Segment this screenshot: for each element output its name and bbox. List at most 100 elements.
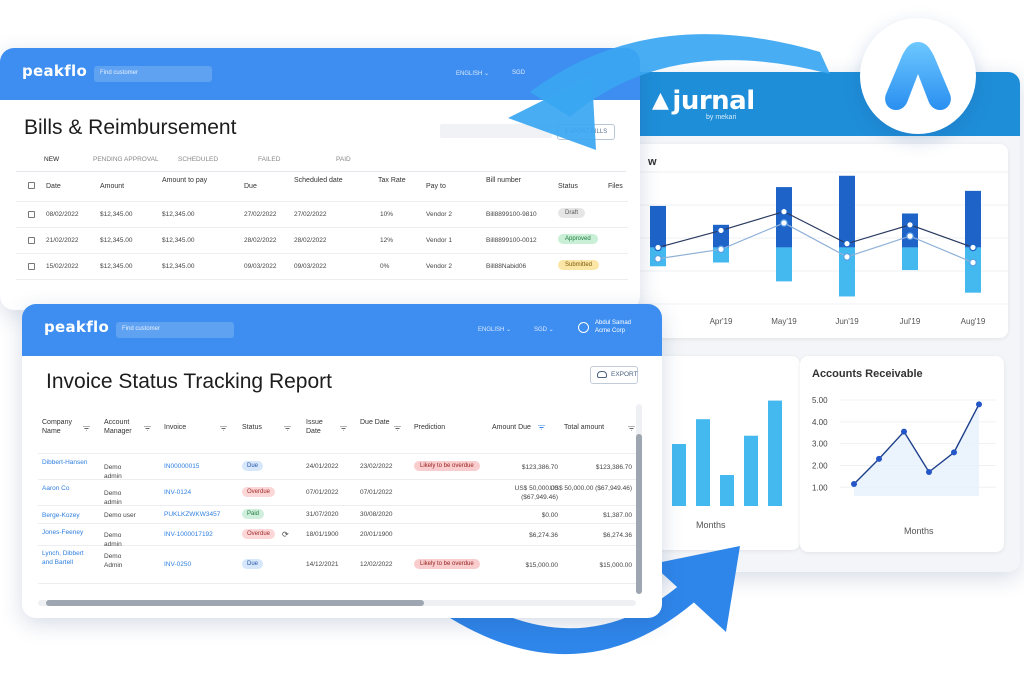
table-header: Company Name Account Manager Invoice Sta…	[38, 408, 636, 454]
vertical-scrollbar[interactable]	[636, 404, 642, 594]
data-point	[969, 258, 977, 267]
tab-new[interactable]: NEW	[44, 156, 59, 163]
status-tabs: NEW PENDING APPROVAL SCHEDULED FAILED PA…	[16, 152, 626, 172]
cell-amount-due: US$ 50,000.00 ($67,949.46)	[514, 485, 558, 501]
mekari-logo-icon	[885, 42, 951, 110]
cell-amount-due: $6,274.36	[529, 532, 558, 539]
status-badge: Approved	[558, 234, 598, 244]
accounts-receivable-chart: 5.00 4.00 3.00 2.00 1.00	[812, 396, 996, 496]
cell-bill-number: Bill8899100-0012	[486, 237, 537, 244]
table-row[interactable]: 21/02/2022 $12,345.00 $12,345.00 28/02/2022…	[16, 228, 628, 254]
cell-pay-to: Vendor 2	[426, 263, 453, 270]
data-point	[654, 243, 662, 252]
export-button[interactable]: EXPORT	[590, 366, 638, 384]
col-pay-to: Pay to	[426, 183, 446, 190]
company-link[interactable]: Lynch, Dibbert and Bartell	[42, 549, 94, 567]
col-amount-to-pay: Amount to pay	[162, 177, 208, 184]
cell-amount: $12,345.00	[100, 263, 133, 270]
user-avatar-icon[interactable]	[578, 322, 589, 333]
x-tick-label: Aug'19	[961, 317, 986, 326]
filter-icon[interactable]	[83, 426, 90, 431]
cell-tax-rate: 12%	[380, 237, 394, 244]
app-header: peakflo Find customer ENGLISH ⌄ SGD ⌄ Ab…	[22, 304, 662, 356]
table-header: Date Amount Amount to pay Due Scheduled …	[16, 172, 628, 202]
col-issue-date: Issue Date	[306, 419, 323, 435]
filter-icon[interactable]	[284, 426, 291, 431]
scroll-thumb[interactable]	[636, 434, 642, 594]
sort-desc-icon[interactable]	[538, 425, 545, 430]
invoice-link[interactable]: IN00000015	[164, 463, 199, 470]
cell-due-date: 07/01/2022	[360, 489, 393, 496]
search-input[interactable]: Find customer	[94, 66, 212, 82]
row-checkbox[interactable]	[28, 237, 35, 244]
table-row[interactable]: Berge-Kozey Demo user PUKLKZWKW3457 Paid 31/…	[38, 506, 636, 524]
tab-pending-approval[interactable]: PENDING APPROVAL	[93, 156, 159, 163]
language-select[interactable]: ENGLISH ⌄	[478, 326, 511, 333]
company-link[interactable]: Dibbert-Hansen	[42, 458, 94, 467]
filter-icon[interactable]	[220, 426, 227, 431]
table-row[interactable]: Lynch, Dibbert and Bartell Demo Admin INV-…	[38, 546, 636, 584]
col-prediction: Prediction	[414, 424, 446, 431]
horizontal-scrollbar[interactable]	[38, 600, 636, 606]
filter-icon[interactable]	[394, 426, 401, 431]
cell-total-amount: US$ 50,000.00 ($67,949.46)	[549, 485, 632, 492]
language-value: ENGLISH	[478, 327, 505, 333]
table-row[interactable]: Dibbert-Hansen Demo admin IN00000015 Due 24/…	[38, 454, 636, 480]
row-checkbox[interactable]	[28, 211, 35, 218]
filter-icon[interactable]	[340, 426, 347, 431]
series-line	[657, 210, 974, 249]
invoice-link[interactable]: PUKLKZWKW3457	[164, 511, 220, 518]
invoice-link[interactable]: INV-1000017192	[164, 531, 213, 538]
accounts-receivable-card: Accounts Receivable 5.00 4.00 3.00 2.00 1.00…	[800, 356, 1004, 552]
invoice-link[interactable]: INV-0124	[164, 489, 191, 496]
cell-scheduled-date: 09/03/2022	[294, 263, 327, 270]
table-row[interactable]: 15/02/2022 $12,345.00 $12,345.00 09/03/2022…	[16, 254, 628, 280]
cell-scheduled-date: 27/02/2022	[294, 211, 327, 218]
table-row[interactable]: 08/02/2022 $12,345.00 $12,345.00 27/02/2022…	[16, 202, 628, 228]
language-select[interactable]: ENGLISH ⌄	[456, 70, 489, 77]
data-point	[901, 428, 907, 435]
status-badge: Overdue	[242, 529, 276, 539]
col-bill-number: Bill number	[486, 177, 522, 184]
invoice-link[interactable]: INV-0250	[164, 561, 191, 568]
company-link[interactable]: Jones-Feeney	[42, 528, 94, 537]
cell-amount-to-pay: $12,345.00	[162, 211, 195, 218]
chevron-down-icon: ⌄	[548, 327, 554, 333]
cell-amount-due: $15,000.00	[525, 562, 558, 569]
cell-issue-date: 18/01/1900	[306, 531, 339, 538]
bar-negative	[776, 247, 792, 282]
cell-scheduled-date: 28/02/2022	[294, 237, 327, 244]
user-name: Abdul Samad	[595, 320, 632, 326]
scroll-thumb[interactable]	[46, 600, 424, 606]
cell-due-date: 12/02/2022	[360, 561, 393, 568]
tab-failed[interactable]: FAILED	[258, 156, 280, 163]
col-tax-rate: Tax Rate	[378, 177, 406, 184]
data-point	[906, 221, 914, 229]
filter-icon[interactable]	[628, 426, 635, 431]
cell-date: 21/02/2022	[46, 237, 79, 244]
x-axis-label: Months	[904, 526, 934, 536]
currency-select[interactable]: SGD ⌄	[534, 326, 554, 333]
search-input[interactable]: Find customer	[116, 322, 234, 338]
cell-due-date: 30/08/2020	[360, 511, 393, 518]
tab-paid[interactable]: PAID	[336, 156, 351, 163]
bar	[768, 400, 782, 506]
peakflo-logo: peakflo	[44, 318, 110, 336]
table-row[interactable]: Aaron Co Demo admin INV-0124 Overdue 07/01/2…	[38, 480, 636, 506]
company-link[interactable]: Berge-Kozey	[42, 511, 94, 520]
company-link[interactable]: Aaron Co	[42, 484, 94, 493]
user-menu[interactable]: Abdul Samad Acme Corp	[595, 319, 631, 335]
cell-issue-date: 31/07/2020	[306, 511, 339, 518]
bar-positive	[650, 205, 666, 248]
cell-date: 15/02/2022	[46, 263, 79, 270]
col-amount-due: Amount Due	[492, 424, 531, 431]
filter-icon[interactable]	[144, 426, 151, 431]
col-amount: Amount	[100, 183, 125, 190]
tab-scheduled[interactable]: SCHEDULED	[178, 156, 218, 163]
select-all-checkbox[interactable]	[28, 182, 35, 189]
refresh-icon[interactable]: ⟳	[282, 530, 289, 539]
prediction-badge: Likely to be overdue	[414, 461, 480, 471]
row-checkbox[interactable]	[28, 263, 35, 270]
table-row[interactable]: Jones-Feeney Demo admin INV-1000017192 Over…	[38, 524, 636, 548]
chevron-down-icon: ⌄	[506, 327, 512, 333]
